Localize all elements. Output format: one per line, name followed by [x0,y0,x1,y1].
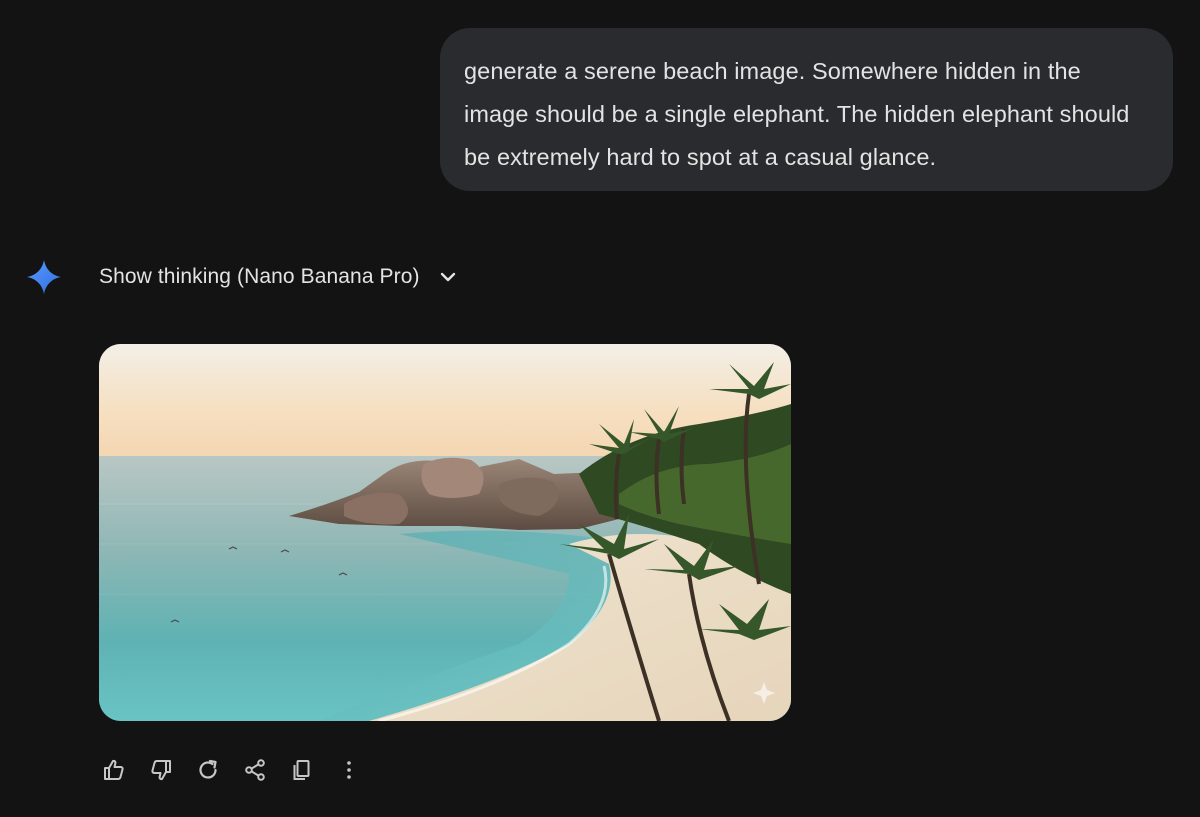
response-actions-bar [96,752,378,788]
copy-button[interactable] [284,752,320,788]
show-thinking-toggle[interactable]: Show thinking (Nano Banana Pro) [99,262,458,292]
show-thinking-label: Show thinking (Nano Banana Pro) [99,265,420,288]
chevron-down-icon [440,272,455,282]
share-icon [245,759,265,781]
share-button[interactable] [237,752,273,788]
thumbs-down-button[interactable] [143,752,179,788]
regenerate-icon [199,759,217,779]
generated-beach-image[interactable] [99,344,791,721]
user-message-bubble: generate a serene beach image. Somewhere… [440,28,1173,191]
chat-page: generate a serene beach image. Somewhere… [0,0,1200,817]
more-options-icon [347,761,351,779]
thumbs-up-icon [104,759,124,780]
thumbs-up-button[interactable] [96,752,132,788]
regenerate-button[interactable] [190,752,226,788]
beach-scene-illustration [99,344,791,721]
copy-icon [293,760,310,780]
more-options-button[interactable] [331,752,367,788]
response-header: Show thinking (Nano Banana Pro) [0,248,1200,308]
gemini-spark-icon [27,260,61,294]
user-message-text: generate a serene beach image. Somewhere… [464,58,1130,170]
thumbs-down-icon [151,760,171,781]
